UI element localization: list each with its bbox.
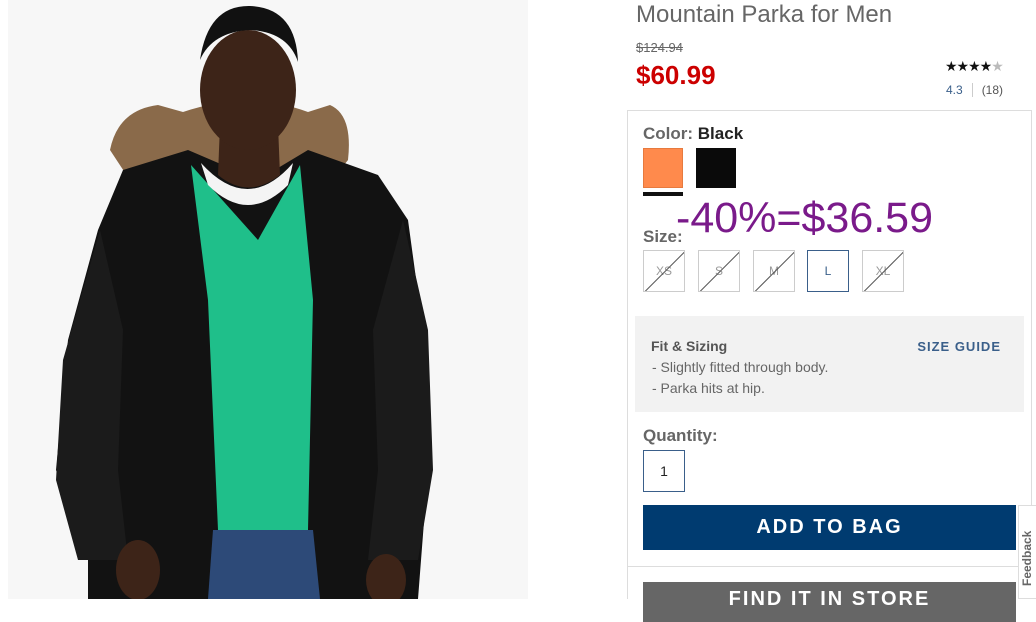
color-swatch-orange[interactable] bbox=[643, 148, 683, 188]
add-to-bag-button[interactable]: ADD TO BAG bbox=[643, 505, 1016, 550]
original-price: $124.94 bbox=[636, 40, 683, 55]
sale-price: $60.99 bbox=[636, 60, 716, 90]
product-title: Mountain Parka for Men bbox=[636, 1, 893, 28]
color-label: Color: Black bbox=[643, 124, 743, 144]
color-label-text: Color: bbox=[643, 124, 694, 143]
size-option-s[interactable]: S bbox=[698, 250, 740, 292]
size-option-xs[interactable]: XS bbox=[643, 250, 685, 292]
rating-stars[interactable]: ★★★★★ bbox=[945, 58, 1004, 75]
section-divider bbox=[627, 566, 1032, 567]
rating-value[interactable]: 4.3 bbox=[946, 83, 963, 97]
product-photo bbox=[8, 0, 528, 599]
feedback-label: Feedback bbox=[1020, 530, 1034, 586]
review-count[interactable]: (18) bbox=[982, 83, 1003, 97]
feedback-tab[interactable]: Feedback bbox=[1018, 505, 1036, 599]
fit-sizing-title: Fit & Sizing bbox=[651, 338, 728, 354]
fit-note: - Slightly fitted through body. bbox=[652, 359, 829, 375]
size-guide-link[interactable]: SIZE GUIDE bbox=[917, 339, 1001, 354]
product-image[interactable] bbox=[8, 0, 528, 599]
star-filled-icon: ★★★★ bbox=[945, 58, 992, 74]
promo-overlay-text: -40%=$36.59 bbox=[676, 194, 934, 242]
fit-note: - Parka hits at hip. bbox=[652, 380, 765, 396]
size-option-l[interactable]: L bbox=[807, 250, 849, 292]
size-label: Size: bbox=[643, 227, 683, 246]
find-in-store-button[interactable]: FIND IT IN STORE bbox=[643, 582, 1016, 622]
quantity-label: Quantity: bbox=[643, 426, 718, 445]
color-swatch-black[interactable] bbox=[696, 148, 736, 188]
quantity-input[interactable]: 1 bbox=[643, 450, 685, 492]
rating-divider bbox=[971, 83, 973, 97]
rating-summary[interactable]: 4.3 (18) bbox=[946, 83, 1003, 97]
size-option-m[interactable]: M bbox=[753, 250, 795, 292]
size-option-xl[interactable]: XL bbox=[862, 250, 904, 292]
fit-sizing-box: Fit & Sizing SIZE GUIDE - Slightly fitte… bbox=[635, 316, 1024, 412]
star-empty-icon: ★ bbox=[991, 58, 1004, 74]
selected-color: Black bbox=[697, 124, 744, 143]
